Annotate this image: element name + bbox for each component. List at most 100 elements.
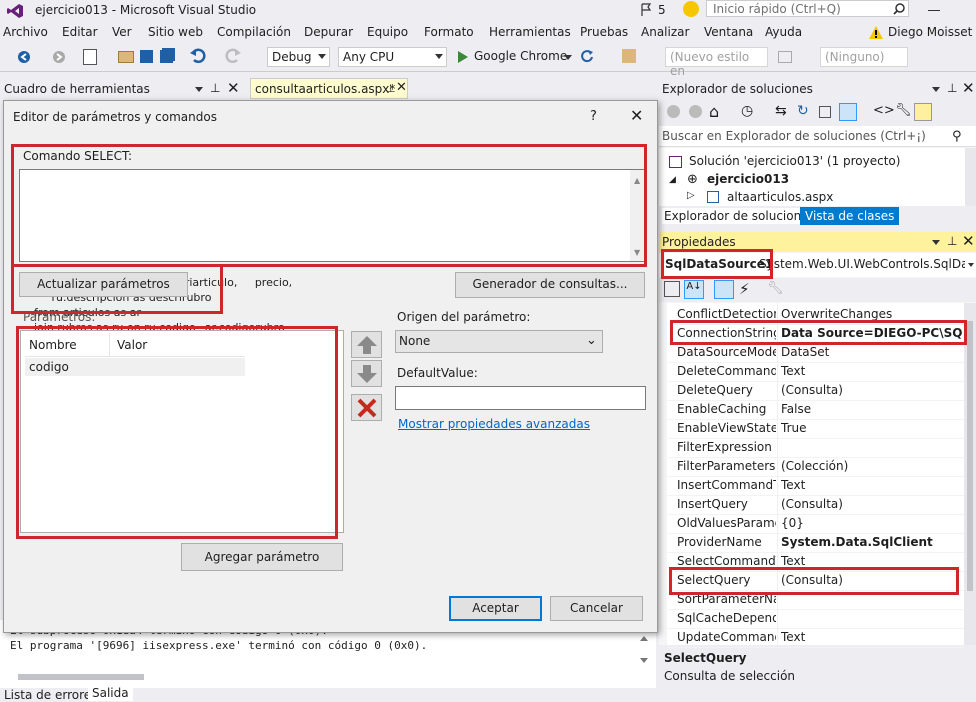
menu-equipo[interactable]: Equipo [367,25,408,39]
configuration-select[interactable]: Debug [267,47,330,67]
ok-button[interactable]: Aceptar [449,596,542,621]
close-icon[interactable]: ✕ [396,80,407,95]
close-icon[interactable]: ✕ [630,106,643,125]
property-value[interactable]: (Consulta) [781,383,963,397]
collapse-all-icon[interactable] [819,106,831,118]
close-icon[interactable]: ✕ [227,79,240,97]
sync-icon[interactable]: ⇆ [775,103,787,119]
tree-item-file[interactable]: ▷ altaarticulos.aspx [687,190,947,206]
show-all-files-icon[interactable] [839,103,857,121]
menu-pruebas[interactable]: Pruebas [580,25,628,39]
alphabetical-icon[interactable]: A↓ [684,280,704,299]
tab-class-view[interactable]: Vista de clases [800,207,900,225]
close-icon[interactable]: ✕ [962,232,975,250]
events-lightning-icon[interactable]: ⚡︎ [739,280,750,298]
menu-depurar[interactable]: Depurar [304,25,353,39]
parameter-source-select[interactable]: None ⌄ [395,330,603,353]
property-name[interactable]: EnableViewState [677,421,776,435]
refresh-icon[interactable]: ↻ [797,103,809,119]
menu-formato[interactable]: Formato [424,25,474,39]
dropdown-icon[interactable] [195,87,203,92]
menu-ayuda[interactable]: Ayuda [765,25,802,39]
menu-editar[interactable]: Editar [62,25,98,39]
minimize-button[interactable] [928,10,940,11]
close-icon[interactable]: ✕ [962,79,975,97]
property-name[interactable]: FilterParameters [677,459,776,473]
property-name[interactable]: InsertQuery [677,497,776,511]
move-down-button[interactable] [351,360,382,387]
menu-analizar[interactable]: Analizar [641,25,689,39]
property-name[interactable]: OldValuesParamete [677,516,776,530]
property-name[interactable]: DataSourceMode [677,345,776,359]
categorized-icon[interactable] [664,281,680,297]
redo-icon[interactable] [225,48,241,64]
scroll-down-icon[interactable] [640,658,648,663]
property-name[interactable]: InsertCommandTy [677,478,776,492]
expand-arrow-icon[interactable]: ▷ [687,190,695,201]
query-builder-button[interactable]: Generador de consultas... [455,272,645,298]
platform-select[interactable]: Any CPU [338,47,447,67]
property-value[interactable]: Text [781,554,963,568]
default-value-input[interactable] [395,386,646,410]
property-value[interactable]: Text [781,630,963,644]
menu-herramientas[interactable]: Herramientas [489,25,571,39]
move-up-button[interactable] [351,331,382,358]
save-all-icon[interactable] [160,50,173,63]
property-value[interactable]: OverwriteChanges [781,307,963,321]
preview-icon[interactable] [914,103,932,121]
property-value[interactable]: DataSet [781,345,963,359]
horizontal-scrollbar[interactable] [18,674,144,680]
new-project-icon[interactable] [83,49,97,65]
property-value[interactable]: Text [781,364,963,378]
property-value[interactable]: True [781,421,963,435]
style-select[interactable]: (Nuevo estilo en [665,47,768,78]
back-icon[interactable] [17,50,31,64]
remove-parameter-button[interactable] [351,394,382,421]
open-file-icon[interactable] [118,51,134,63]
property-name[interactable]: SqlCacheDepender [677,611,776,625]
undo-icon[interactable] [190,48,206,64]
solution-search-input[interactable]: Buscar en Explorador de soluciones (Ctrl… [659,126,976,147]
user-name[interactable]: Diego Moisset [888,25,972,39]
dropdown-icon[interactable] [932,240,940,245]
property-name[interactable]: ConflictDetection [677,307,776,321]
advanced-properties-link[interactable]: Mostrar propiedades avanzadas [398,417,590,431]
collapse-arrow-icon[interactable]: ◢ [669,175,676,185]
property-value[interactable]: (Colección) [781,459,963,473]
property-pages-icon[interactable]: 🔧︎ [767,281,784,296]
property-name[interactable]: ProviderName [677,535,776,549]
paintbrush-icon[interactable] [622,49,636,63]
menu-ver[interactable]: Ver [112,25,132,39]
property-value[interactable]: {0} [781,516,963,530]
home-icon[interactable]: ⌂ [709,102,719,121]
menu-archivo[interactable]: Archivo [3,25,48,39]
notification-flag-icon[interactable] [640,3,652,17]
cancel-button[interactable]: Cancelar [550,596,643,621]
menu-compilacion[interactable]: Compilación [217,25,291,39]
pin-icon[interactable]: ⊥ [210,81,220,95]
refresh-icon[interactable] [580,49,594,63]
pin-icon[interactable]: ⊥ [947,234,957,248]
tree-scrollbar[interactable] [965,148,976,206]
property-name[interactable]: SelectCommandTy [677,554,776,568]
property-name[interactable]: FilterExpression [677,440,776,454]
property-value[interactable]: System.Data.SqlClient [781,535,963,549]
property-value[interactable]: False [781,402,963,416]
add-parameter-button[interactable]: Agregar parámetro [181,543,343,571]
pin-icon[interactable]: ⊥ [947,81,957,95]
tree-item-project[interactable]: ◢ ⊕ ejercicio013 [669,172,949,188]
property-name[interactable]: UpdateCommandT [677,630,776,644]
properties-wrench-icon[interactable]: 🔧︎ [895,103,912,118]
property-name[interactable]: DeleteCommandTy [677,364,776,378]
start-debugging-button[interactable]: Google Chrome [455,47,573,67]
quick-launch-input[interactable]: Inicio rápido (Ctrl+Q) [706,0,909,17]
help-button[interactable]: ? [590,109,597,124]
forward-icon[interactable] [52,50,66,64]
property-value[interactable]: Text [781,478,963,492]
menu-ventana[interactable]: Ventana [704,25,753,39]
back-icon[interactable] [667,105,680,118]
tab-error-list[interactable]: Lista de errores [4,688,97,702]
scroll-up-icon[interactable] [640,636,648,641]
scroll-thumb[interactable] [967,321,973,591]
history-icon[interactable]: ◷ [741,103,753,119]
